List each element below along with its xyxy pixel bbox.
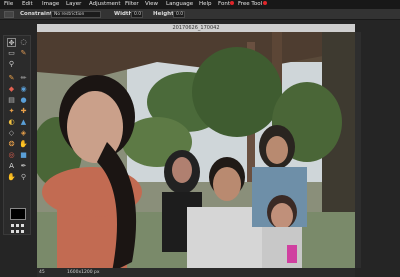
menu-free-tool-label: Free Tool: [238, 1, 263, 7]
zoom-level[interactable]: 45: [39, 268, 45, 277]
width-input[interactable]: 0.0: [131, 11, 143, 18]
document-window: 20170626_170042: [37, 24, 355, 272]
menu-filter[interactable]: Filter: [125, 0, 139, 9]
drop-icon[interactable]: ●: [19, 96, 28, 105]
sponge-icon[interactable]: ❂: [7, 140, 16, 149]
smudge-icon[interactable]: ✋: [19, 140, 28, 149]
menu-image[interactable]: Image: [42, 0, 59, 9]
menu-font-label: Font: [218, 1, 230, 7]
hand-icon[interactable]: ✋: [7, 173, 16, 182]
grid-icon[interactable]: [11, 224, 25, 234]
document-title: 20170626_170042: [37, 24, 355, 32]
burn-icon[interactable]: ▲: [19, 118, 28, 127]
blur-icon[interactable]: ◇: [7, 129, 16, 138]
notification-dot: [262, 0, 267, 5]
menu-file[interactable]: File: [4, 0, 13, 9]
menu-layer[interactable]: Layer: [66, 0, 81, 9]
menu-help[interactable]: Help: [199, 0, 212, 9]
zoom-icon[interactable]: ⚲: [19, 173, 28, 182]
photo-canvas[interactable]: [37, 32, 355, 272]
fill-icon[interactable]: ◉: [19, 85, 28, 94]
text-tool-icon[interactable]: A: [7, 162, 16, 171]
quick-select-icon[interactable]: ✎: [19, 49, 28, 58]
dodge-icon[interactable]: ◐: [7, 118, 16, 127]
height-input[interactable]: 0.0: [173, 11, 185, 18]
shape-icon[interactable]: ■: [19, 151, 28, 160]
eraser-icon[interactable]: ◆: [7, 85, 16, 94]
gradient-icon[interactable]: ▤: [7, 96, 16, 105]
select-tool-icon[interactable]: ▭: [7, 49, 16, 58]
tools-panel: ✥ ◌ ▭ ✎ ⚲ ✎ ✏ ◆ ◉ ▤ ● ✦ ✚ ◐ ▲ ◇ ◈ ❂ ✋ ◎ …: [3, 35, 31, 235]
eyedropper-icon[interactable]: ✒: [19, 162, 28, 171]
sharpen-icon[interactable]: ◈: [19, 129, 28, 138]
menu-adjustment[interactable]: Adjustment: [89, 0, 121, 9]
menu-view[interactable]: View: [145, 0, 158, 9]
menu-bar: File Edit Image Layer Adjustment Filter …: [0, 0, 400, 9]
menu-font[interactable]: Font: [218, 0, 235, 9]
foreground-color-swatch[interactable]: [10, 208, 26, 220]
notification-dot: [230, 0, 235, 5]
menu-language[interactable]: Language: [166, 0, 193, 9]
menu-free-tool[interactable]: Free Tool: [238, 0, 267, 9]
pencil-icon[interactable]: ✏: [19, 74, 28, 83]
crop-tool-icon: [4, 11, 14, 18]
vertical-scrollbar[interactable]: [355, 32, 361, 268]
magic-wand-icon[interactable]: ⚲: [7, 60, 16, 69]
lasso-tool-icon[interactable]: ◌: [19, 38, 28, 47]
status-bar: 45 1600x1200 px: [37, 268, 355, 277]
image-size: 1600x1200 px: [67, 270, 100, 275]
clone-stamp-icon[interactable]: ✦: [7, 107, 16, 116]
move-tool-icon[interactable]: ✥: [7, 38, 16, 47]
constraint-label: Constraint:: [20, 11, 55, 17]
options-bar: Constraint: No restriction Width: 0.0 He…: [0, 9, 400, 20]
heal-icon[interactable]: ✚: [19, 107, 28, 116]
photo-image: [37, 32, 355, 272]
red-eye-icon[interactable]: ◎: [7, 151, 16, 160]
menu-edit[interactable]: Edit: [22, 0, 33, 9]
brush-icon[interactable]: ✎: [7, 74, 16, 83]
constraint-select[interactable]: No restriction: [51, 11, 101, 18]
